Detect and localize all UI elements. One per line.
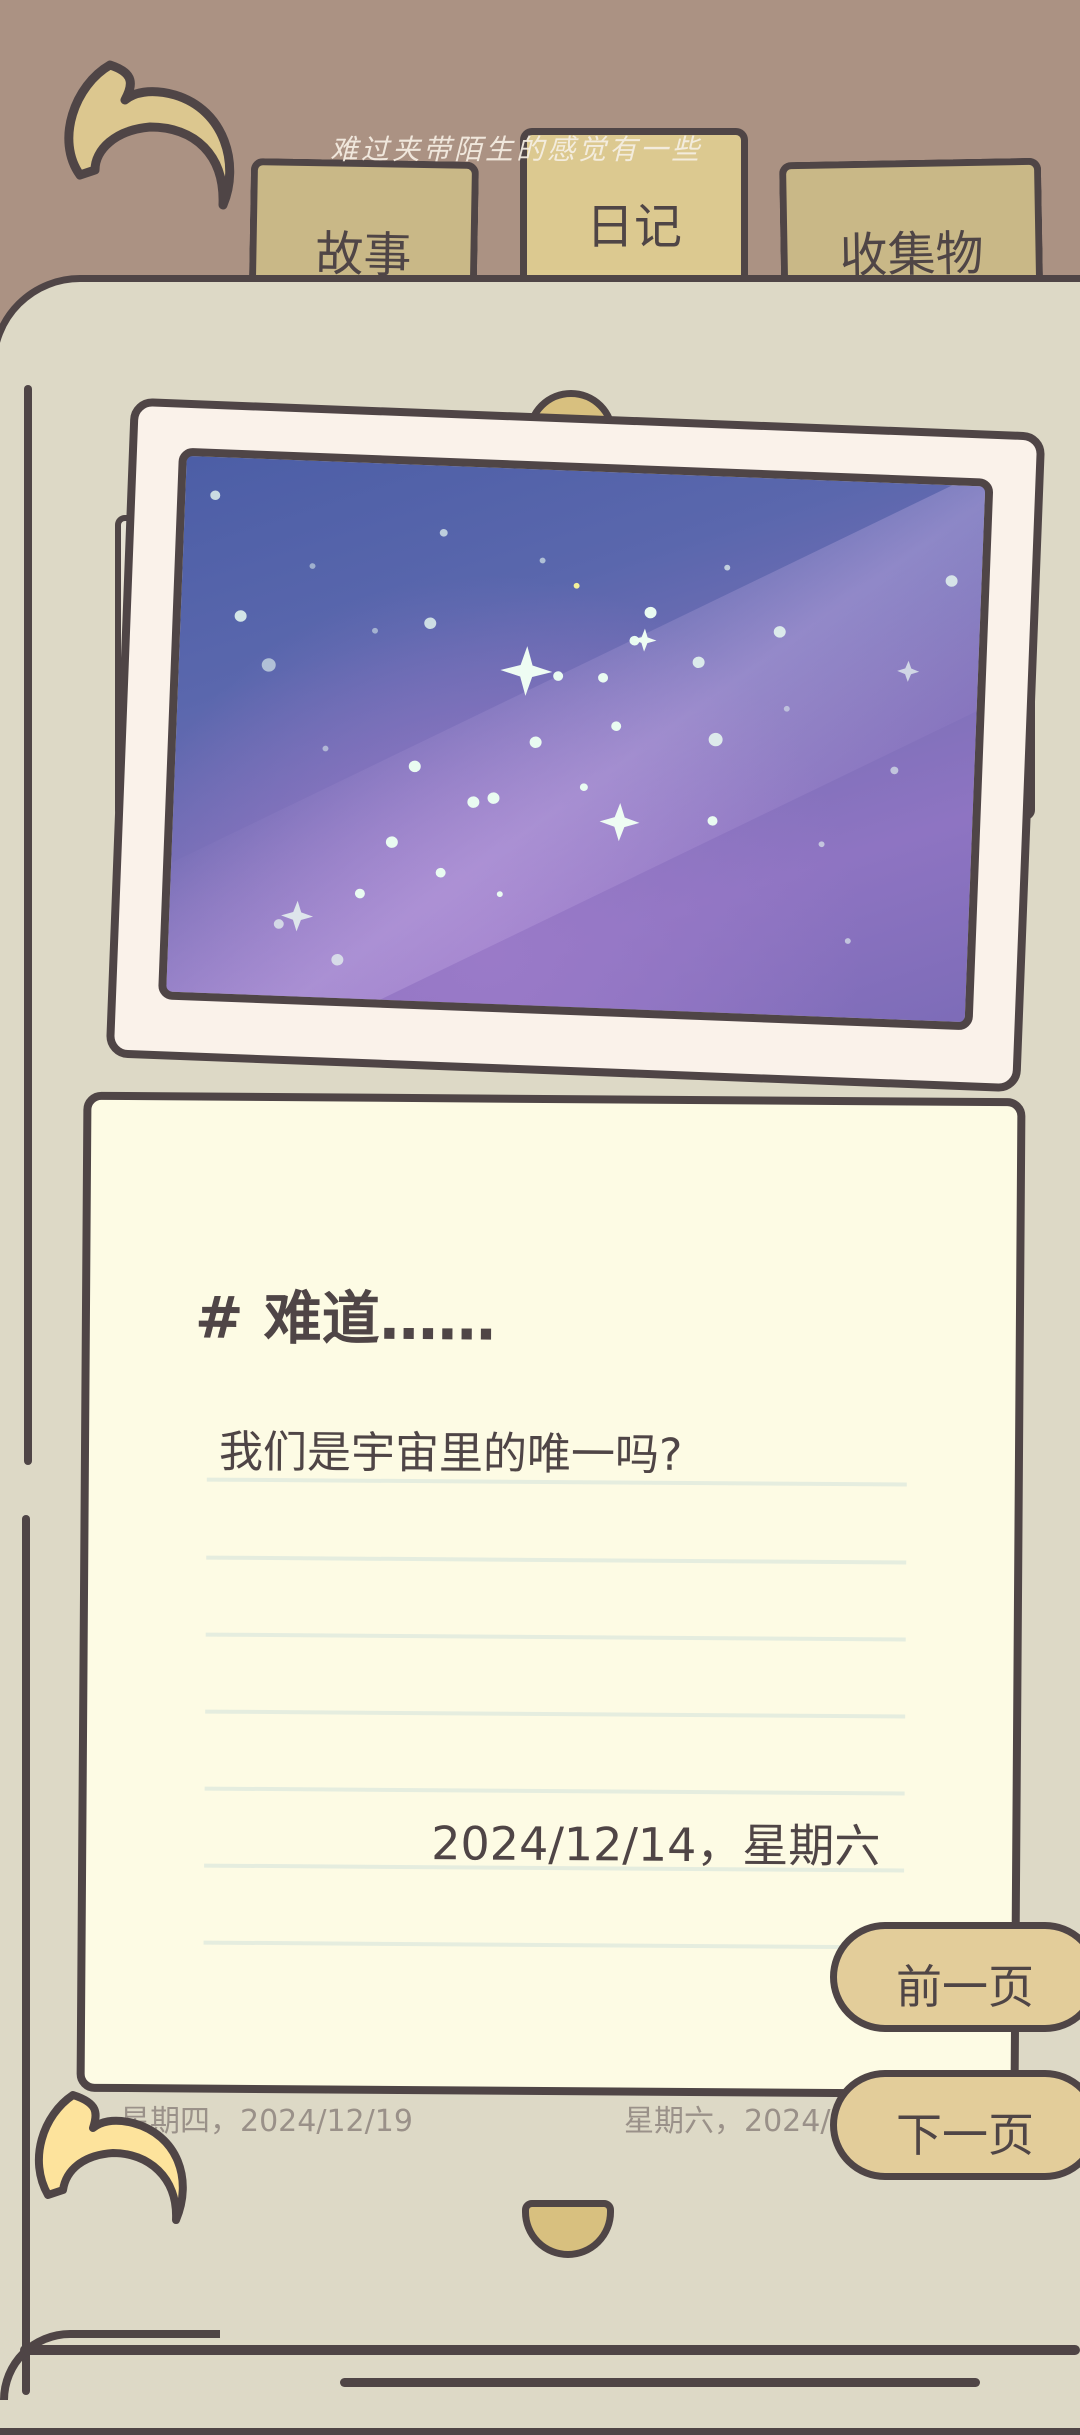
book-spine-line — [24, 385, 32, 1465]
ruled-line — [204, 1786, 905, 1796]
tab-story[interactable]: 故事 — [248, 158, 480, 284]
ruled-line — [206, 1555, 907, 1565]
entry-title: # 难道…… — [194, 1283, 496, 1354]
next-page-label: 下一页 — [896, 2108, 1034, 2162]
ruled-line — [205, 1709, 906, 1719]
previous-page-button[interactable]: 前一页 — [830, 1922, 1080, 2032]
starry-sky-image — [157, 447, 994, 1031]
ruled-line — [205, 1632, 906, 1642]
back-arrow-icon[interactable] — [55, 55, 245, 235]
stars — [210, 490, 958, 966]
tab-diary-label: 日记 — [585, 199, 682, 255]
handwritten-caption: 难过夹带陌生的感觉有一些 — [330, 133, 703, 166]
diary-photo — [105, 397, 1046, 1093]
book-spine-line — [22, 1515, 30, 2395]
entry-text: 我们是宇宙里的唯一吗? — [218, 1426, 683, 1481]
next-entry-label: 星期六，2024/ — [624, 2104, 831, 2139]
book-bottom-line — [20, 2345, 1080, 2355]
tab-collection[interactable]: 收集物 — [778, 157, 1044, 285]
ruled-line — [203, 1940, 904, 1950]
next-page-button[interactable]: 下一页 — [830, 2070, 1080, 2180]
previous-page-label: 前一页 — [896, 1960, 1034, 2014]
book-bottom-line — [340, 2378, 980, 2387]
corner-arrow-icon[interactable] — [28, 2085, 198, 2235]
entry-date: 2024/12/14，星期六 — [431, 1816, 881, 1874]
book-bottom-edge — [0, 2330, 220, 2400]
